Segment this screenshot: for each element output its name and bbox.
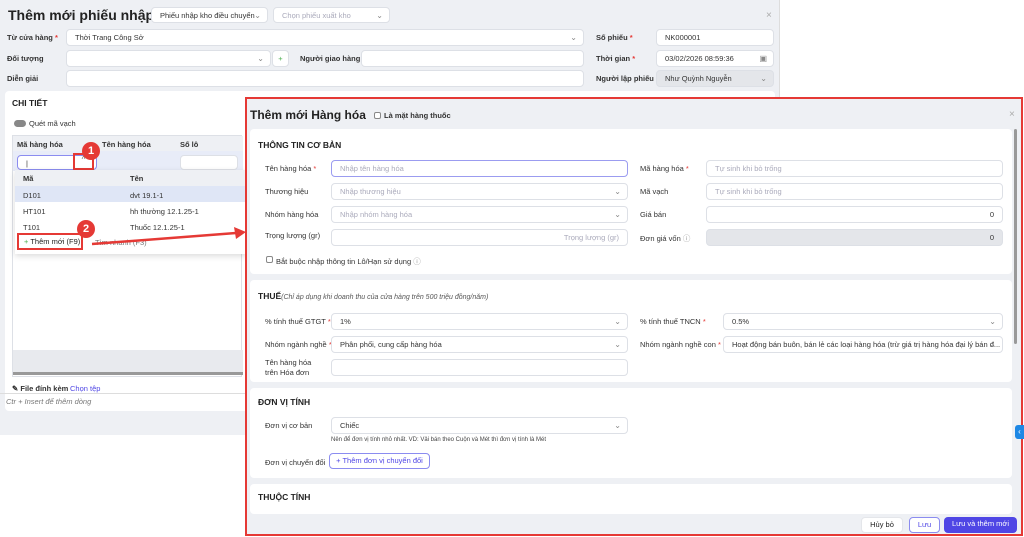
save-button[interactable]: Lưu	[909, 517, 940, 533]
object-select[interactable]: ⌄	[66, 50, 271, 67]
industry-select[interactable]: Phân phối, cung cấp hàng hóa ⌄	[331, 336, 628, 353]
creator-select[interactable]: Như Quỳnh Nguyễn ⌄	[656, 70, 774, 87]
time-label: Thời gian *	[596, 54, 636, 63]
base-unit-select[interactable]: Chiếc ⌄	[331, 417, 628, 434]
vertical-scrollbar[interactable]	[1014, 129, 1017, 344]
section-title: THUỘC TÍNH	[258, 492, 311, 502]
add-product-modal: Thêm mới Hàng hóa Là mặt hàng thuốc × TH…	[245, 97, 1023, 536]
pit-label: % tính thuế TNCN *	[640, 317, 706, 326]
brand-label: Thương hiệu	[265, 187, 309, 196]
description-label: Diễn giải	[7, 74, 39, 83]
column-header: Tên hàng hóa	[102, 140, 151, 149]
cancel-button[interactable]: Hủy bỏ	[861, 517, 903, 533]
lot-input[interactable]	[180, 155, 238, 170]
time-input[interactable]: 03/02/2026 08:59:36 ▣	[656, 50, 774, 67]
save-and-new-button[interactable]: Lưu và thêm mới	[944, 517, 1017, 533]
group-label: Nhóm hàng hóa	[265, 210, 319, 219]
weight-label: Trọng lượng (gr)	[265, 231, 321, 240]
brand-select[interactable]: Nhập thương hiệu ⌄	[331, 183, 628, 200]
lot-required-checkbox[interactable]	[266, 256, 273, 263]
creator-label: Người lập phiếu	[596, 74, 654, 83]
export-voucher-select[interactable]: Chọn phiếu xuất kho ⌄	[273, 7, 390, 23]
convert-unit-label: Đơn vị chuyển đổi	[265, 458, 326, 467]
section-title: THUẾ(Chỉ áp dụng khi doanh thu của cửa h…	[258, 291, 489, 301]
scan-label: Quét mã vạch	[29, 119, 76, 128]
choose-file-link[interactable]: Chọn tệp	[70, 384, 100, 393]
group-select[interactable]: Nhập nhóm hàng hóa ⌄	[331, 206, 628, 223]
base-unit-label: Đơn vị cơ bản	[265, 421, 313, 430]
name-label: Tên hàng hóa *	[265, 164, 317, 173]
unit-hint: Nên để đơn vị tính nhỏ nhất. VD: Vải bán…	[331, 437, 546, 443]
industry-label: Nhóm ngành nghề *	[265, 340, 332, 349]
column-header: Số lô	[180, 140, 199, 149]
add-object-button[interactable]: +	[272, 50, 289, 67]
dropdown-row[interactable]: D101 dvt 19.1-1	[15, 186, 247, 202]
lot-required-label: Bắt buộc nhập thông tin Lô/Hạn sử dụng ⓘ	[276, 257, 421, 266]
from-store-label: Từ cửa hàng *	[7, 33, 58, 42]
step-badge-1: 1	[82, 142, 100, 160]
invoice-name-label: Tên hàng hóa trên Hóa đơn	[265, 358, 312, 377]
from-store-select[interactable]: Thời Trang Công Sở ⌄	[66, 29, 584, 46]
attribute-section	[250, 484, 1012, 514]
dropdown-header: Mã	[23, 174, 34, 183]
deliverer-input[interactable]	[361, 50, 584, 67]
column-header: Mã hàng hóa	[17, 140, 63, 149]
side-collapse-tab[interactable]: ‹	[1015, 425, 1024, 439]
calendar-icon[interactable]: ▣	[759, 51, 767, 66]
add-new-product-button[interactable]: + Thêm mới (F9)	[17, 233, 83, 250]
pit-select[interactable]: 0.5% ⌄	[723, 313, 1003, 330]
section-title: ĐƠN VỊ TÍNH	[258, 397, 311, 407]
medicine-checkbox[interactable]	[374, 112, 381, 119]
voucher-no-input[interactable]: NK000001	[656, 29, 774, 46]
cost-label: Đơn giá vốn ⓘ	[640, 234, 691, 243]
close-icon[interactable]: ×	[766, 10, 772, 21]
price-input[interactable]: 0	[706, 206, 1003, 223]
basic-info-section	[250, 129, 1012, 274]
code-label: Mã hàng hóa *	[640, 164, 689, 173]
dropdown-header: Tên	[130, 174, 144, 183]
invoice-name-input[interactable]	[331, 359, 628, 376]
barcode-label: Mã vạch	[640, 187, 669, 196]
deliverer-label: Người giao hàng	[300, 54, 361, 63]
product-code-input[interactable]: Tự sinh khi bỏ trống	[706, 160, 1003, 177]
add-convert-unit-button[interactable]: + Thêm đơn vị chuyển đổi	[329, 453, 430, 469]
add-row-hint: Ctr + Insert để thêm dòng	[6, 397, 92, 406]
voucher-no-label: Số phiếu *	[596, 33, 633, 42]
vat-label: % tính thuế GTGT *	[265, 317, 331, 326]
annotation-arrow	[91, 227, 246, 246]
scan-toggle[interactable]	[14, 120, 26, 127]
voucher-type-select[interactable]: Phiếu nhập kho điều chuyển ⌄	[151, 7, 268, 23]
medicine-label: Là mặt hàng thuốc	[384, 111, 451, 120]
vat-select[interactable]: 1% ⌄	[331, 313, 628, 330]
dropdown-row[interactable]: HT101 hh thường 12.1.25-1	[15, 202, 247, 218]
subindustry-label: Nhóm ngành nghề con *	[640, 340, 721, 349]
subindustry-select[interactable]: Hoạt động bán buôn, bán lẻ các loại hàng…	[723, 336, 1003, 353]
attachment-label: ✎ File đính kèm	[12, 384, 69, 393]
product-name-input[interactable]: Nhập tên hàng hóa	[331, 160, 628, 177]
weight-input[interactable]: Trọng lượng (gr)	[331, 229, 628, 246]
barcode-input[interactable]: Tự sinh khi bỏ trống	[706, 183, 1003, 200]
section-title: THÔNG TIN CƠ BẢN	[258, 140, 342, 150]
close-icon[interactable]: ×	[1009, 109, 1015, 120]
object-label: Đối tượng	[7, 54, 44, 63]
price-label: Giá bán	[640, 210, 667, 219]
description-input[interactable]	[66, 70, 584, 87]
modal-title: Thêm mới Hàng hóa	[250, 108, 366, 122]
cost-input: 0	[706, 229, 1003, 246]
horizontal-scrollbar[interactable]	[13, 372, 243, 375]
detail-title: CHI TIẾT	[12, 98, 48, 108]
